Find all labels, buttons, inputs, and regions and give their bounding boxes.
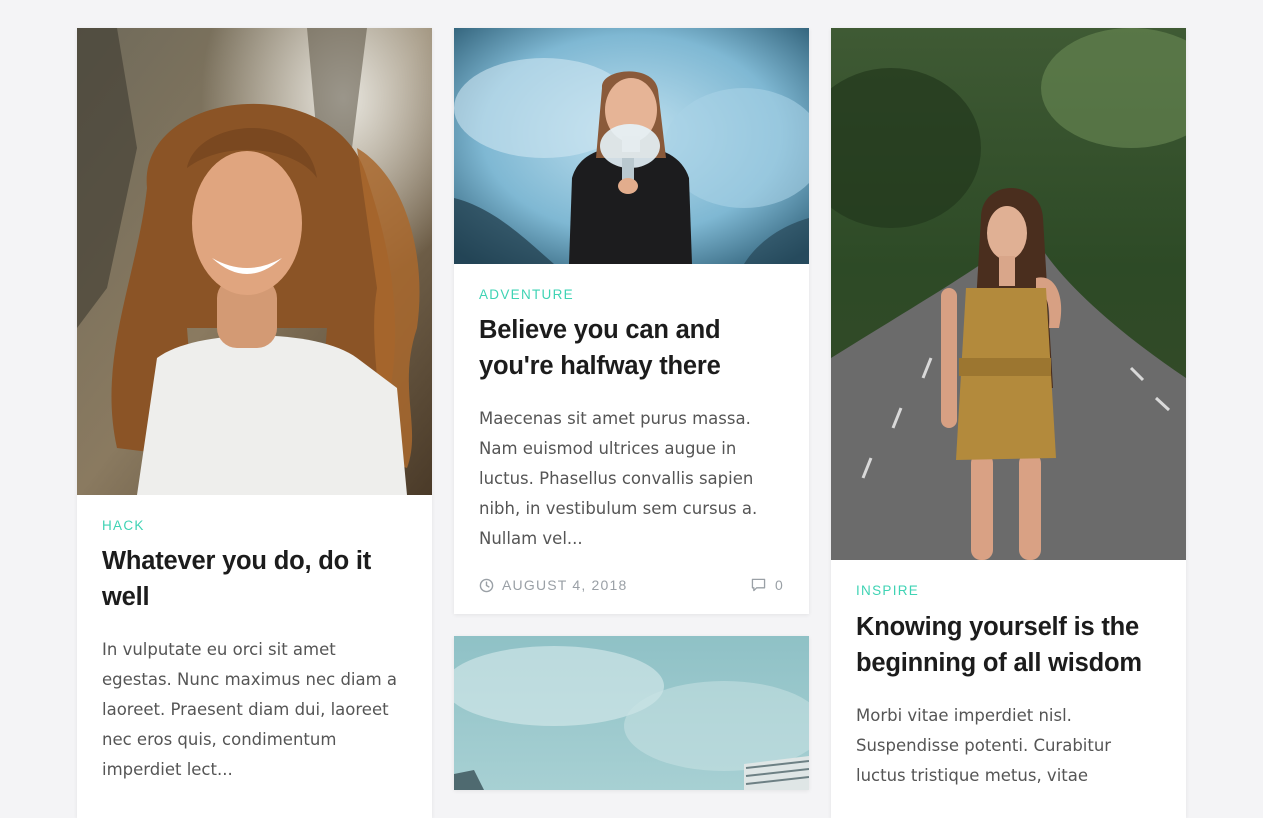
post-category[interactable]: Hack [102, 518, 145, 533]
post-image[interactable] [454, 636, 809, 790]
post-title[interactable]: Knowing yourself is the beginning of all… [856, 609, 1161, 681]
comment-icon [751, 578, 766, 592]
post-title[interactable]: Believe you can and you're halfway there [479, 312, 784, 384]
post-card: Inspire Knowing yourself is the beginnin… [831, 28, 1186, 818]
post-card [454, 636, 809, 790]
post-category[interactable]: Inspire [856, 583, 919, 598]
post-date-text: August 4, 2018 [502, 577, 628, 593]
post-comments-count: 0 [775, 577, 784, 593]
post-comments-link[interactable]: 0 [751, 577, 784, 593]
post-date: August 4, 2018 [479, 577, 628, 593]
post-title[interactable]: Whatever you do, do it well [102, 543, 407, 615]
post-card: Hack Whatever you do, do it well In vulp… [77, 28, 432, 818]
post-excerpt: Maecenas sit amet purus massa. Nam euism… [479, 409, 758, 548]
clock-icon [479, 578, 494, 593]
post-category[interactable]: Adventure [479, 287, 574, 302]
post-image[interactable] [454, 28, 809, 264]
post-excerpt: In vulputate eu orci sit amet egestas. N… [102, 640, 398, 779]
post-image[interactable] [831, 28, 1186, 560]
post-excerpt: Morbi vitae imperdiet nisl. Suspendisse … [856, 706, 1112, 785]
post-card: Adventure Believe you can and you're hal… [454, 28, 809, 614]
post-image[interactable] [77, 28, 432, 495]
post-meta: August 4, 2018 0 [479, 577, 784, 597]
